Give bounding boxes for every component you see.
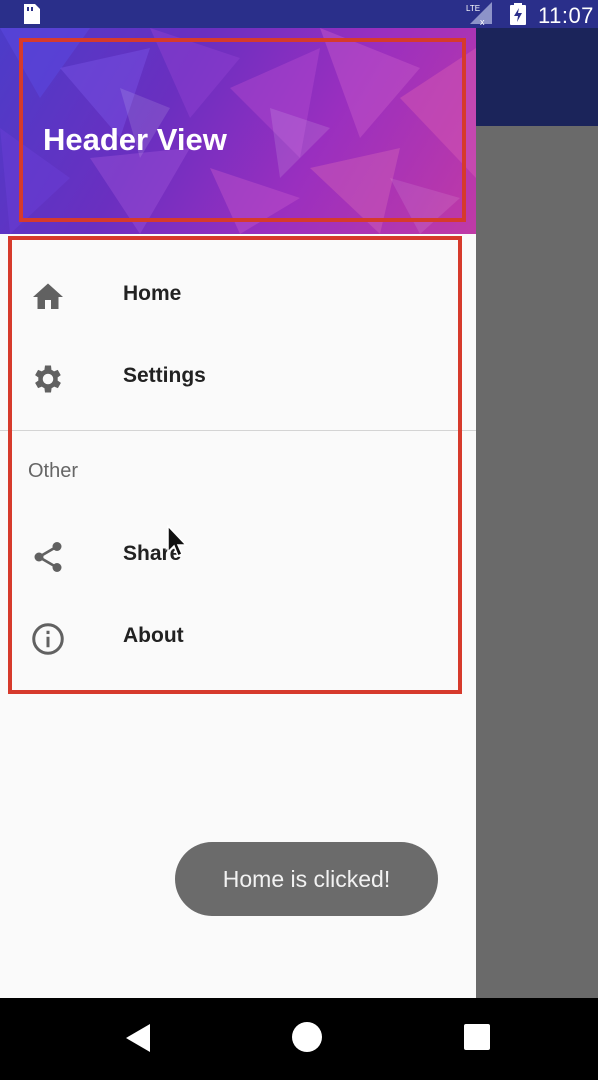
svg-text:x: x [480,17,485,26]
status-bar: LTE x 11:07 [0,0,598,28]
back-icon[interactable] [124,1022,152,1054]
menu-item-about[interactable]: About [0,595,476,677]
battery-charging-icon [510,3,526,25]
home-icon [33,283,63,309]
menu-item-settings[interactable]: Settings [0,335,476,417]
sim-card-icon [24,4,40,24]
home-circle-icon[interactable] [292,1022,322,1052]
info-icon [32,623,64,655]
menu-item-share[interactable]: Share [0,513,476,595]
status-time: 11:07 [538,3,594,28]
menu-item-label: Home [123,282,182,305]
menu-divider [0,430,476,431]
gear-icon [35,365,61,393]
share-icon [34,542,62,572]
drawer-scrim[interactable] [476,126,598,998]
menu-item-home[interactable]: Home [0,253,476,335]
menu-item-label: Settings [123,364,206,387]
section-header-other: Other [28,460,79,482]
menu-item-label: About [123,624,184,647]
navigation-drawer: Header View Home Settings Other Share Ab… [0,28,476,998]
toast-message: Home is clicked! [175,842,438,916]
svg-text:LTE: LTE [466,4,480,13]
app-toolbar [476,28,598,126]
recents-icon[interactable] [464,1024,490,1050]
system-navigation-bar [0,998,598,1080]
drawer-header: Header View [0,28,476,234]
header-title: Header View [43,122,227,157]
mouse-cursor-icon [167,524,188,558]
signal-icon: LTE x [466,2,492,26]
